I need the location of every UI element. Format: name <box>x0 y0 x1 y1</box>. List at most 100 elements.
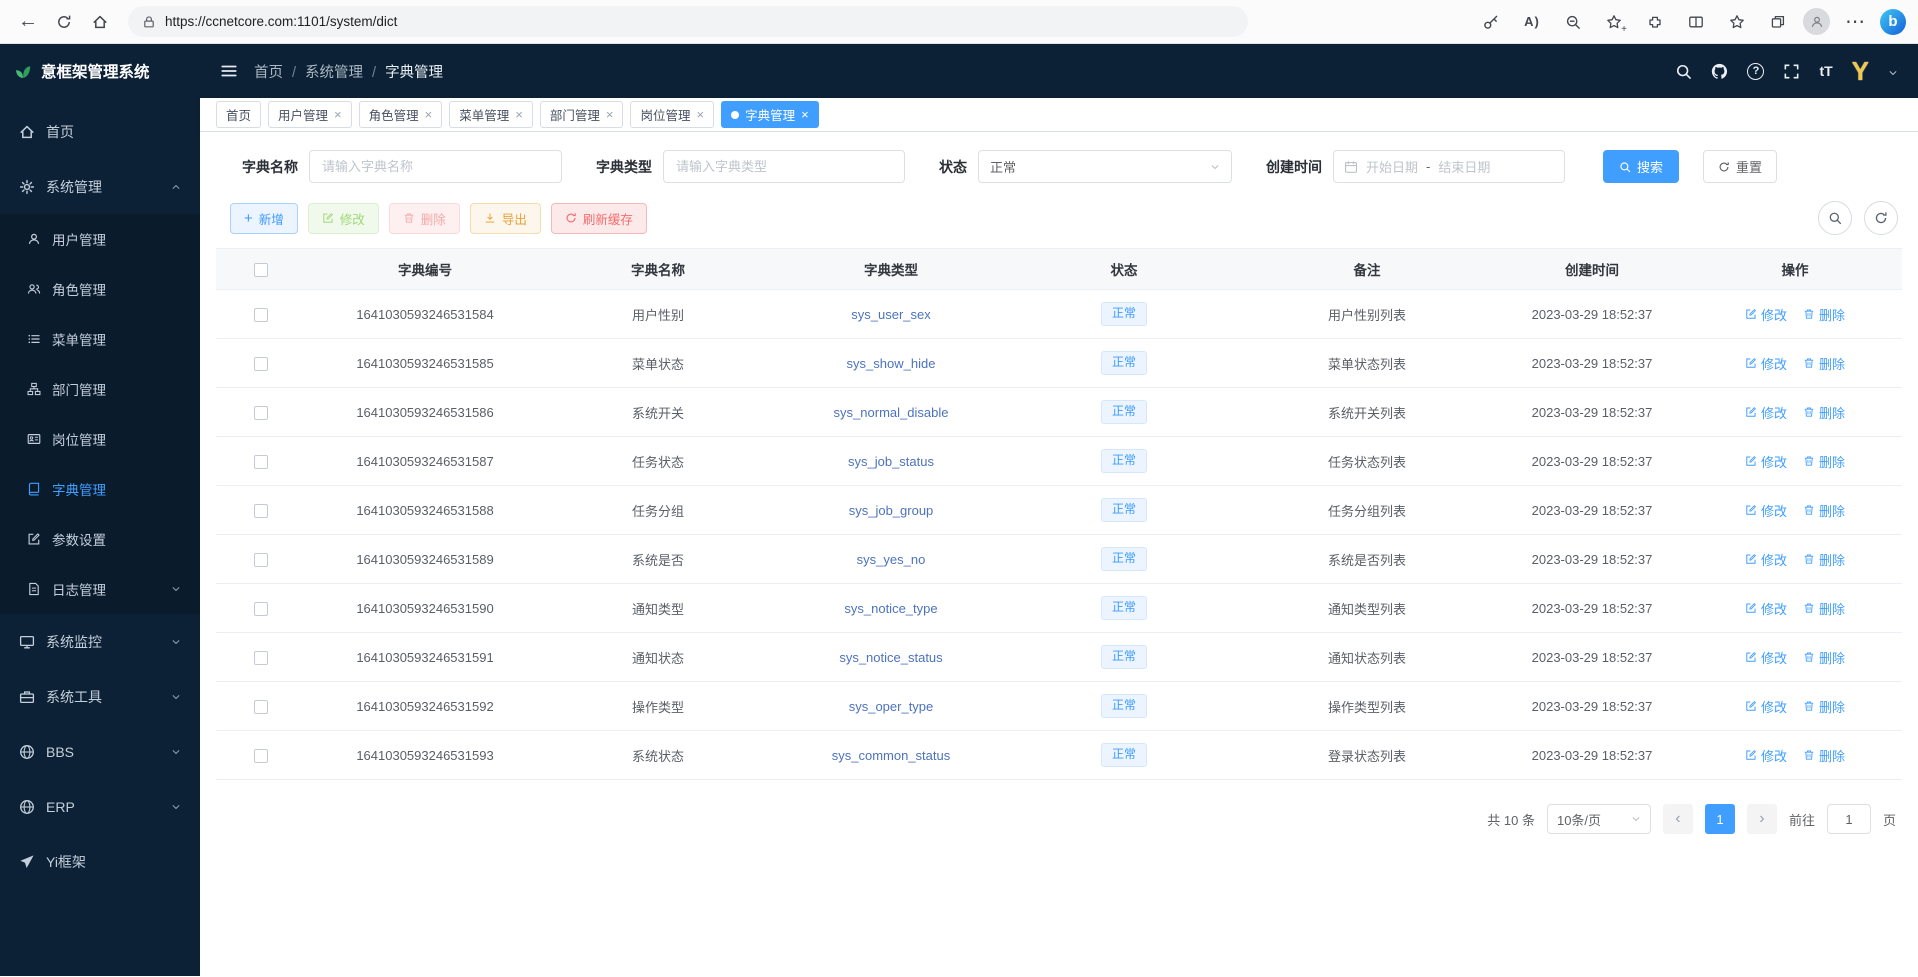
row-edit-link[interactable]: 修改 <box>1745 648 1787 667</box>
status-select[interactable]: 正常 <box>978 150 1232 183</box>
row-delete-link[interactable]: 删除 <box>1803 599 1845 618</box>
row-checkbox[interactable] <box>254 700 268 714</box>
sidebar-group-item[interactable]: BBS <box>0 724 200 779</box>
dict-type-link[interactable]: sys_notice_type <box>844 601 937 616</box>
bing-chat-icon[interactable]: b <box>1880 9 1906 35</box>
date-range-picker[interactable]: 开始日期 - 结束日期 <box>1333 150 1565 183</box>
row-delete-link[interactable]: 删除 <box>1803 354 1845 373</box>
read-aloud-icon[interactable] <box>1516 6 1548 38</box>
row-checkbox[interactable] <box>254 651 268 665</box>
sidebar-item-home[interactable]: 首页 <box>0 104 200 159</box>
dict-type-link[interactable]: sys_yes_no <box>857 552 926 567</box>
sidebar-sub-item[interactable]: 日志管理 <box>0 564 200 614</box>
row-checkbox[interactable] <box>254 602 268 616</box>
chevron-down-icon[interactable] <box>1888 68 1898 78</box>
row-delete-link[interactable]: 删除 <box>1803 697 1845 716</box>
help-icon[interactable] <box>1747 63 1764 80</box>
page-number-button[interactable]: 1 <box>1705 804 1735 834</box>
dict-type-link[interactable]: sys_job_status <box>848 454 934 469</box>
tab-close-icon[interactable] <box>606 107 614 122</box>
tab-close-icon[interactable] <box>696 107 704 122</box>
collections-icon[interactable] <box>1762 6 1794 38</box>
row-delete-link[interactable]: 删除 <box>1803 550 1845 569</box>
tab[interactable]: 首页 <box>216 101 261 128</box>
collapse-menu-icon[interactable] <box>220 62 238 80</box>
zoom-icon[interactable] <box>1557 6 1589 38</box>
tab[interactable]: 角色管理 <box>359 101 443 128</box>
fullscreen-icon[interactable] <box>1783 63 1800 80</box>
page-size-select[interactable]: 10条/页 <box>1547 804 1651 834</box>
dict-type-link[interactable]: sys_notice_status <box>839 650 942 665</box>
row-edit-link[interactable]: 修改 <box>1745 550 1787 569</box>
dict-type-link[interactable]: sys_common_status <box>832 748 951 763</box>
reset-button[interactable]: 重置 <box>1703 150 1777 183</box>
dict-type-input[interactable] <box>663 150 905 183</box>
prev-page-button[interactable] <box>1663 804 1693 834</box>
add-button[interactable]: 新增 <box>230 203 298 234</box>
sidebar-group-item[interactable]: 系统监控 <box>0 614 200 669</box>
row-delete-link[interactable]: 删除 <box>1803 501 1845 520</box>
row-checkbox[interactable] <box>254 357 268 371</box>
row-delete-link[interactable]: 删除 <box>1803 648 1845 667</box>
delete-button[interactable]: 删除 <box>389 203 460 234</box>
browser-menu-icon[interactable] <box>1839 6 1871 38</box>
refresh-table-button[interactable] <box>1864 201 1898 235</box>
refresh-cache-button[interactable]: 刷新缓存 <box>551 203 647 234</box>
tab[interactable]: 部门管理 <box>540 101 624 128</box>
home-icon[interactable] <box>84 6 116 38</box>
row-delete-link[interactable]: 删除 <box>1803 305 1845 324</box>
extensions-icon[interactable] <box>1639 6 1671 38</box>
row-delete-link[interactable]: 删除 <box>1803 746 1845 765</box>
row-checkbox[interactable] <box>254 406 268 420</box>
sidebar-group-item[interactable]: ERP <box>0 779 200 834</box>
sidebar-item-system[interactable]: 系统管理 <box>0 159 200 214</box>
password-key-icon[interactable] <box>1475 6 1507 38</box>
sidebar-sub-item[interactable]: 岗位管理 <box>0 414 200 464</box>
search-button[interactable]: 搜索 <box>1603 150 1679 183</box>
dict-name-input[interactable] <box>309 150 562 183</box>
edit-button[interactable]: 修改 <box>308 203 379 234</box>
row-checkbox[interactable] <box>254 455 268 469</box>
tab[interactable]: 用户管理 <box>268 101 352 128</box>
row-checkbox[interactable] <box>254 553 268 567</box>
row-edit-link[interactable]: 修改 <box>1745 599 1787 618</box>
dict-type-link[interactable]: sys_oper_type <box>849 699 934 714</box>
refresh-icon[interactable] <box>48 6 80 38</box>
row-edit-link[interactable]: 修改 <box>1745 697 1787 716</box>
sidebar-sub-item[interactable]: 用户管理 <box>0 214 200 264</box>
dict-type-link[interactable]: sys_user_sex <box>851 307 930 322</box>
sidebar-sub-item[interactable]: 字典管理 <box>0 464 200 514</box>
sidebar-item-framework[interactable]: Yi框架 <box>0 834 200 889</box>
select-all-checkbox[interactable] <box>254 263 268 277</box>
goto-page-input[interactable] <box>1827 804 1871 834</box>
row-delete-link[interactable]: 删除 <box>1803 452 1845 471</box>
next-page-button[interactable] <box>1747 804 1777 834</box>
profile-avatar[interactable] <box>1803 8 1830 35</box>
breadcrumb-system[interactable]: 系统管理 <box>305 61 376 82</box>
row-edit-link[interactable]: 修改 <box>1745 501 1787 520</box>
favorites-icon[interactable] <box>1721 6 1753 38</box>
row-delete-link[interactable]: 删除 <box>1803 403 1845 422</box>
row-edit-link[interactable]: 修改 <box>1745 354 1787 373</box>
row-checkbox[interactable] <box>254 749 268 763</box>
sidebar-group-item[interactable]: 系统工具 <box>0 669 200 724</box>
row-edit-link[interactable]: 修改 <box>1745 746 1787 765</box>
user-logo[interactable]: Y <box>1852 58 1869 84</box>
app-logo[interactable]: 意框架管理系统 <box>0 44 200 98</box>
dict-type-link[interactable]: sys_normal_disable <box>834 405 949 420</box>
tab-close-icon[interactable] <box>801 107 809 122</box>
split-screen-icon[interactable] <box>1680 6 1712 38</box>
row-edit-link[interactable]: 修改 <box>1745 403 1787 422</box>
sidebar-sub-item[interactable]: 参数设置 <box>0 514 200 564</box>
row-checkbox[interactable] <box>254 504 268 518</box>
add-favorite-icon[interactable]: + <box>1598 6 1630 38</box>
breadcrumb-home[interactable]: 首页 <box>254 61 296 82</box>
sidebar-sub-item[interactable]: 菜单管理 <box>0 314 200 364</box>
dict-type-link[interactable]: sys_show_hide <box>847 356 936 371</box>
row-edit-link[interactable]: 修改 <box>1745 305 1787 324</box>
row-edit-link[interactable]: 修改 <box>1745 452 1787 471</box>
sidebar-sub-item[interactable]: 部门管理 <box>0 364 200 414</box>
dict-type-link[interactable]: sys_job_group <box>849 503 934 518</box>
search-icon[interactable] <box>1675 63 1692 80</box>
tab-close-icon[interactable] <box>425 107 433 122</box>
